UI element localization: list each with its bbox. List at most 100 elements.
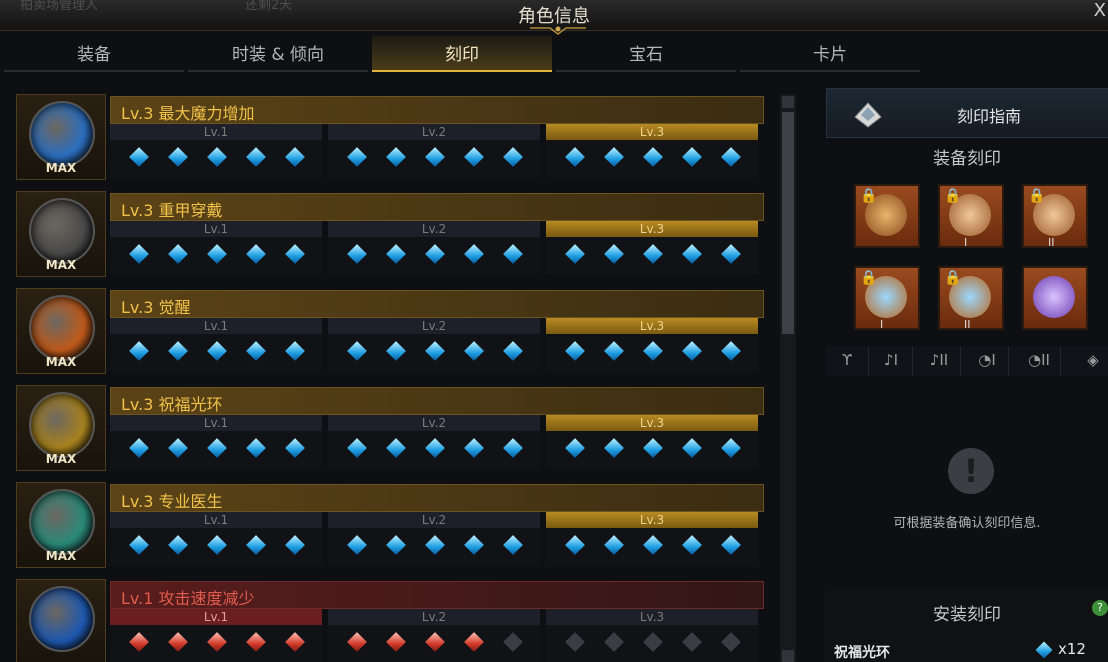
tier-1: Lv.1 [110,415,322,469]
scroll-up-button[interactable] [782,96,794,108]
earring-2-filter-icon[interactable]: ♪II [918,346,961,376]
gem-icon [285,341,305,361]
tab-gems[interactable]: 宝石 [556,36,736,72]
gem-icon [386,341,406,361]
tier-2: Lv.2 [328,221,540,275]
max-badge: MAX [45,355,77,369]
engraving-tiers: Lv.1 Lv.2 Lv.3 [110,415,762,469]
tab-costume-tendency[interactable]: 时装 & 倾向 [188,36,368,72]
engraving-icon [29,392,95,458]
gem-icon [207,438,227,458]
engraving-icon [29,295,95,361]
gem-icon [129,147,149,167]
book-icon [854,102,882,128]
gem-icon [386,244,406,264]
gem-icon [464,147,484,167]
gem-icon [285,535,305,555]
gem-icon [386,438,406,458]
stone-filter-icon[interactable]: ◈ [1072,346,1108,376]
tier-label: Lv.1 [110,415,322,431]
gem-icon [207,632,227,652]
tier-label: Lv.2 [328,512,540,528]
earring-2-slot[interactable]: 🔒 II [1022,184,1088,249]
gem-icon [503,535,523,555]
gem-icon [643,438,663,458]
tab-engraving[interactable]: 刻印 [372,36,552,72]
lock-icon: 🔒 [944,188,962,204]
tier-label: Lv.2 [328,124,540,140]
engraving-row[interactable]: MAX Lv.3 觉醒 Lv.1 Lv.2 Lv.3 [14,286,766,374]
gem-icon [207,341,227,361]
tier-3: Lv.3 [546,609,758,662]
scroll-thumb[interactable] [782,112,794,334]
gem-icon [168,244,188,264]
gem-icon [386,535,406,555]
engraving-portrait [16,579,106,662]
tier-label: Lv.3 [546,318,758,334]
engraving-row[interactable]: Lv.1 攻击速度减少 Lv.1 Lv.2 Lv.3 [14,577,766,662]
gem-icon [246,632,266,652]
gem-icon [565,632,585,652]
engraving-tiers: Lv.1 Lv.2 Lv.3 [110,512,762,566]
ring-1-filter-icon[interactable]: ◔I [966,346,1009,376]
ring-2-slot[interactable]: 🔒 II [938,266,1004,331]
installed-engraving-name: 祝福光环 [834,645,890,661]
tab-cards[interactable]: 卡片 [740,36,920,72]
max-badge: MAX [45,452,77,466]
gem-icon [168,438,188,458]
max-badge: MAX [45,161,77,175]
gem-icon [503,341,523,361]
gem-icon [168,147,188,167]
gem-icon [604,147,624,167]
necklace-filter-icon[interactable]: ϒ [826,346,869,376]
lock-icon: 🔒 [860,188,878,204]
gem-icon [285,244,305,264]
help-icon[interactable]: ? [1092,600,1108,616]
gem-icon [721,147,741,167]
gem-icon [643,244,663,264]
gem-icon [721,244,741,264]
tier-3: Lv.3 [546,512,758,566]
engraving-list: MAX Lv.3 最大魔力增加 Lv.1 Lv.2 Lv.3 MAX Lv.3 重甲穿戴 Lv… [14,92,766,662]
earring-1-slot[interactable]: 🔒 I [938,184,1004,249]
gem-icon [503,438,523,458]
necklace-slot[interactable]: 🔒 [854,184,920,248]
engraving-header: Lv.3 专业医生 [110,484,764,512]
gem-icon [604,244,624,264]
engraving-row[interactable]: MAX Lv.3 重甲穿戴 Lv.1 Lv.2 Lv.3 [14,189,766,277]
engraving-row[interactable]: MAX Lv.3 最大魔力增加 Lv.1 Lv.2 Lv.3 [14,92,766,180]
tier-1: Lv.1 [110,318,322,372]
earring-1-filter-icon[interactable]: ♪I [870,346,913,376]
ring-1-slot[interactable]: 🔒 I [854,266,920,331]
gem-icon [643,341,663,361]
gem-icon [246,147,266,167]
close-button[interactable]: X [1094,0,1106,21]
stone-slot[interactable] [1022,266,1088,330]
gem-icon [721,632,741,652]
gem-icon [386,147,406,167]
gem-icon [425,341,445,361]
gem-icon [246,535,266,555]
installed-engraving-count: x12 [1058,640,1086,658]
engraving-scrollbar[interactable] [780,94,796,662]
tier-2: Lv.2 [328,318,540,372]
ring-2-filter-icon[interactable]: ◔II [1018,346,1061,376]
gem-icon [246,438,266,458]
gem-icon [129,438,149,458]
gem-icon [503,244,523,264]
gem-icon [168,632,188,652]
engraving-icon [29,198,95,264]
scroll-down-button[interactable] [782,650,794,662]
engraving-portrait: MAX [16,385,106,471]
tab-equipment[interactable]: 装备 [4,36,184,72]
engraving-row[interactable]: MAX Lv.3 专业医生 Lv.1 Lv.2 Lv.3 [14,480,766,568]
tier-3: Lv.3 [546,415,758,469]
engraving-icon [29,586,95,652]
tier-label: Lv.2 [328,415,540,431]
engraving-row[interactable]: MAX Lv.3 祝福光环 Lv.1 Lv.2 Lv.3 [14,383,766,471]
tier-3: Lv.3 [546,221,758,275]
lock-icon: 🔒 [1028,188,1046,204]
gem-icon [643,632,663,652]
gem-icon [682,438,702,458]
engraving-guide-button[interactable]: 刻印指南 [826,88,1108,138]
